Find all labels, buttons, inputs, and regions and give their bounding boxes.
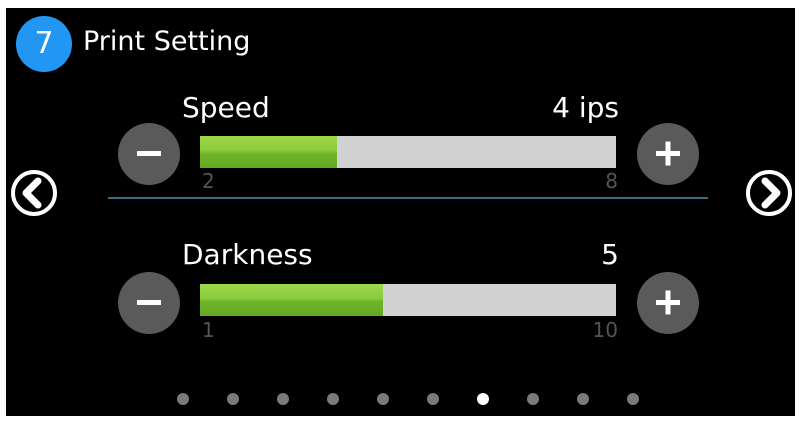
speed-max-label: 8 [605,169,618,193]
darkness-max-label: 10 [592,318,618,342]
page-dot-9[interactable] [577,393,589,405]
speed-slider-fill [200,136,338,168]
darkness-value: 5 [601,238,619,271]
page-dot-4[interactable] [327,393,339,405]
page-dot-7[interactable] [477,393,489,405]
darkness-min-label: 1 [202,318,215,342]
chevron-left-circle-icon [11,170,57,216]
page-dot-10[interactable] [627,393,639,405]
minus-icon [137,300,161,305]
darkness-decrease-button[interactable] [118,272,180,334]
previous-page-button[interactable] [9,168,59,218]
page-dot-5[interactable] [377,393,389,405]
speed-value: 4 ips [552,91,619,124]
page-dot-8[interactable] [527,393,539,405]
speed-increase-button[interactable] [637,123,699,185]
page-indicator [6,393,795,405]
speed-decrease-button[interactable] [118,123,180,185]
darkness-increase-button[interactable] [637,272,699,334]
minus-icon [137,151,161,156]
next-page-button[interactable] [744,168,794,218]
page-dot-6[interactable] [427,393,439,405]
chevron-right-circle-icon [746,170,792,216]
plus-icon [656,141,680,166]
speed-label: Speed [182,91,270,124]
page-dot-2[interactable] [227,393,239,405]
darkness-label: Darkness [182,238,313,271]
darkness-slider-fill [200,284,384,316]
section-divider [108,197,708,199]
speed-min-label: 2 [202,169,215,193]
darkness-slider[interactable] [200,284,616,316]
step-number-badge: 7 [16,16,72,72]
printer-screen: 7 Print Setting Speed 4 ips 2 8 Darkness… [6,8,795,416]
page-dot-3[interactable] [277,393,289,405]
page-title: Print Setting [83,26,251,57]
page-dot-1[interactable] [177,393,189,405]
plus-icon [656,290,680,315]
speed-slider[interactable] [200,136,616,168]
